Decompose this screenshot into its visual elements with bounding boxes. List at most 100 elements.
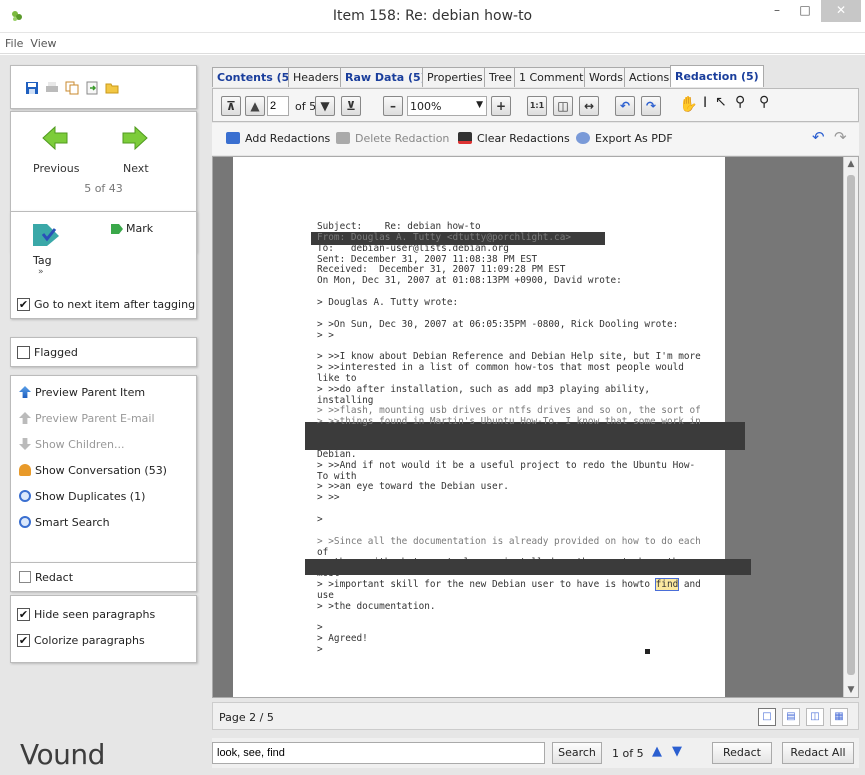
clear-redactions-button[interactable]: Clear Redactions xyxy=(458,132,570,145)
delete-redaction-button[interactable]: Delete Redaction xyxy=(336,132,449,145)
viewer-scrollbar[interactable]: ▲ ▼ xyxy=(843,157,858,697)
continuous-view-icon[interactable]: ▤ xyxy=(782,708,800,726)
search-hit-highlight[interactable]: find xyxy=(654,578,680,592)
document-line: > Douglas A. Tutty wrote: xyxy=(317,296,459,308)
tab-words[interactable]: Words xyxy=(584,67,629,87)
close-button[interactable]: ✕ xyxy=(821,0,861,22)
export-pdf-button[interactable]: Export As PDF xyxy=(576,132,673,145)
tag-icon[interactable] xyxy=(31,222,61,248)
scroll-down-icon[interactable]: ▼ xyxy=(844,685,858,695)
search-button[interactable]: Search xyxy=(552,742,602,764)
previous-hit-icon[interactable]: ▲ xyxy=(652,744,662,759)
next-button[interactable]: Next xyxy=(123,162,149,175)
scroll-thumb[interactable] xyxy=(847,175,855,675)
redaction-toolbar: Add Redactions Delete Redaction Clear Re… xyxy=(212,123,859,155)
hand-tool-icon[interactable]: ✋ xyxy=(679,95,698,113)
document-line: > >On Sun, Dec 30, 2007 at 06:05:35PM -0… xyxy=(317,318,679,330)
document-line: > >>do after installation, such as add m… xyxy=(317,383,651,395)
minimize-button[interactable]: – xyxy=(763,0,791,22)
document-page[interactable]: Subject: Re: debian how-to From: Douglas … xyxy=(233,157,751,697)
search-input[interactable] xyxy=(212,742,545,764)
export-pdf-icon xyxy=(576,132,590,144)
maximize-button[interactable]: □ xyxy=(791,0,819,22)
export-icon[interactable] xyxy=(85,81,99,95)
document-line: > >the documentation. xyxy=(317,600,436,612)
fit-width-icon[interactable]: ↔ xyxy=(579,96,599,116)
grid-view-icon[interactable]: ▦ xyxy=(830,708,848,726)
tab-raw-data[interactable]: Raw Data (5) xyxy=(340,67,431,87)
menu-file[interactable]: File xyxy=(0,34,25,50)
chevron-down-icon[interactable]: » xyxy=(38,267,44,277)
redo-icon[interactable]: ↷ xyxy=(834,128,847,146)
actual-size-icon[interactable]: 1:1 xyxy=(527,96,547,116)
pointer-icon[interactable]: ↖ xyxy=(715,94,727,110)
zoom-tool-icon[interactable]: ⚲ xyxy=(759,94,769,110)
tab-headers[interactable]: Headers xyxy=(288,67,344,87)
next-hit-icon[interactable]: ▼ xyxy=(672,744,682,759)
document-line: > >> xyxy=(317,492,340,504)
document-line: Subject: Re: debian how-to xyxy=(317,221,481,232)
next-arrow-icon[interactable] xyxy=(121,124,149,152)
single-page-view-icon[interactable]: □ xyxy=(758,708,776,726)
menu-view[interactable]: View xyxy=(25,34,58,50)
show-children-button[interactable]: Show Children... xyxy=(19,438,124,454)
scroll-up-icon[interactable]: ▲ xyxy=(844,159,858,169)
document-line: From: Douglas A. Tutty <dtutty@porchligh… xyxy=(317,231,571,243)
zoom-select[interactable]: 100% ▼ xyxy=(407,96,487,116)
redaction-box[interactable] xyxy=(305,559,751,575)
page-down-icon[interactable]: ▼ xyxy=(315,96,335,116)
hide-seen-label: Hide seen paragraphs xyxy=(34,608,156,621)
tab-actions[interactable]: Actions xyxy=(624,67,675,87)
page-indicator: Page 2 / 5 xyxy=(219,711,274,724)
redact-panel: Redact xyxy=(10,562,197,592)
redact-all-button[interactable]: Redact All xyxy=(782,742,854,764)
previous-arrow-icon[interactable] xyxy=(41,124,69,152)
zoom-out-icon[interactable]: – xyxy=(383,96,403,116)
tab-properties[interactable]: Properties xyxy=(422,67,488,87)
menu-bar: File View xyxy=(0,34,865,54)
preview-parent-item-button[interactable]: Preview Parent Item xyxy=(19,386,145,402)
add-redactions-button[interactable]: Add Redactions xyxy=(226,132,330,145)
tag-label[interactable]: Tag xyxy=(33,254,52,267)
delete-redaction-icon xyxy=(336,132,350,144)
save-icon[interactable] xyxy=(25,81,39,95)
show-conversation-button[interactable]: Show Conversation (53) xyxy=(19,464,167,480)
go-next-checkbox[interactable]: ✔ xyxy=(17,298,30,311)
page-number-input[interactable] xyxy=(267,96,289,116)
preview-parent-email-button[interactable]: Preview Parent E-mail xyxy=(19,412,155,428)
first-page-icon[interactable]: ⊼ xyxy=(221,96,241,116)
previous-button[interactable]: Previous xyxy=(33,162,80,175)
page-up-icon[interactable]: ▲ xyxy=(245,96,265,116)
redact-hit-button[interactable]: Redact xyxy=(712,742,772,764)
colorize-checkbox[interactable]: ✔ xyxy=(17,634,30,647)
folder-icon[interactable] xyxy=(105,81,119,95)
hide-seen-checkbox[interactable]: ✔ xyxy=(17,608,30,621)
facing-view-icon[interactable]: ◫ xyxy=(806,708,824,726)
tab-contents[interactable]: Contents (5) xyxy=(212,67,300,87)
arrow-up-icon xyxy=(19,386,31,398)
text-select-icon[interactable]: I xyxy=(703,95,707,111)
main-area: Contents (5) Headers Raw Data (5) Proper… xyxy=(206,55,865,775)
document-line: > > xyxy=(317,329,334,341)
magnifier-icon xyxy=(19,490,31,502)
flagged-checkbox[interactable] xyxy=(17,346,30,359)
tab-tree[interactable]: Tree xyxy=(484,67,517,87)
redact-button[interactable]: Redact xyxy=(19,571,73,587)
search-bar: Search 1 of 5 ▲ ▼ Redact Redact All xyxy=(212,738,859,768)
area-zoom-icon[interactable]: ⚲ xyxy=(735,94,745,110)
rotate-left-icon[interactable]: ↶ xyxy=(615,96,635,116)
last-page-icon[interactable]: ⊻ xyxy=(341,96,361,116)
zoom-in-icon[interactable]: + xyxy=(491,96,511,116)
print-icon[interactable] xyxy=(45,81,59,95)
show-duplicates-button[interactable]: Show Duplicates (1) xyxy=(19,490,145,506)
tab-redaction[interactable]: Redaction (5) xyxy=(670,65,764,87)
tab-comment[interactable]: 1 Comment xyxy=(514,67,589,87)
mark-label[interactable]: Mark xyxy=(126,222,153,235)
copy-icon[interactable] xyxy=(65,81,79,95)
smart-search-button[interactable]: Smart Search xyxy=(19,516,110,532)
document-line: > >>interested in a list of common how-t… xyxy=(317,362,684,374)
undo-icon[interactable]: ↶ xyxy=(812,128,825,146)
rotate-right-icon[interactable]: ↷ xyxy=(641,96,661,116)
fit-page-icon[interactable]: ◫ xyxy=(553,96,573,116)
mark-icon[interactable] xyxy=(111,224,123,234)
